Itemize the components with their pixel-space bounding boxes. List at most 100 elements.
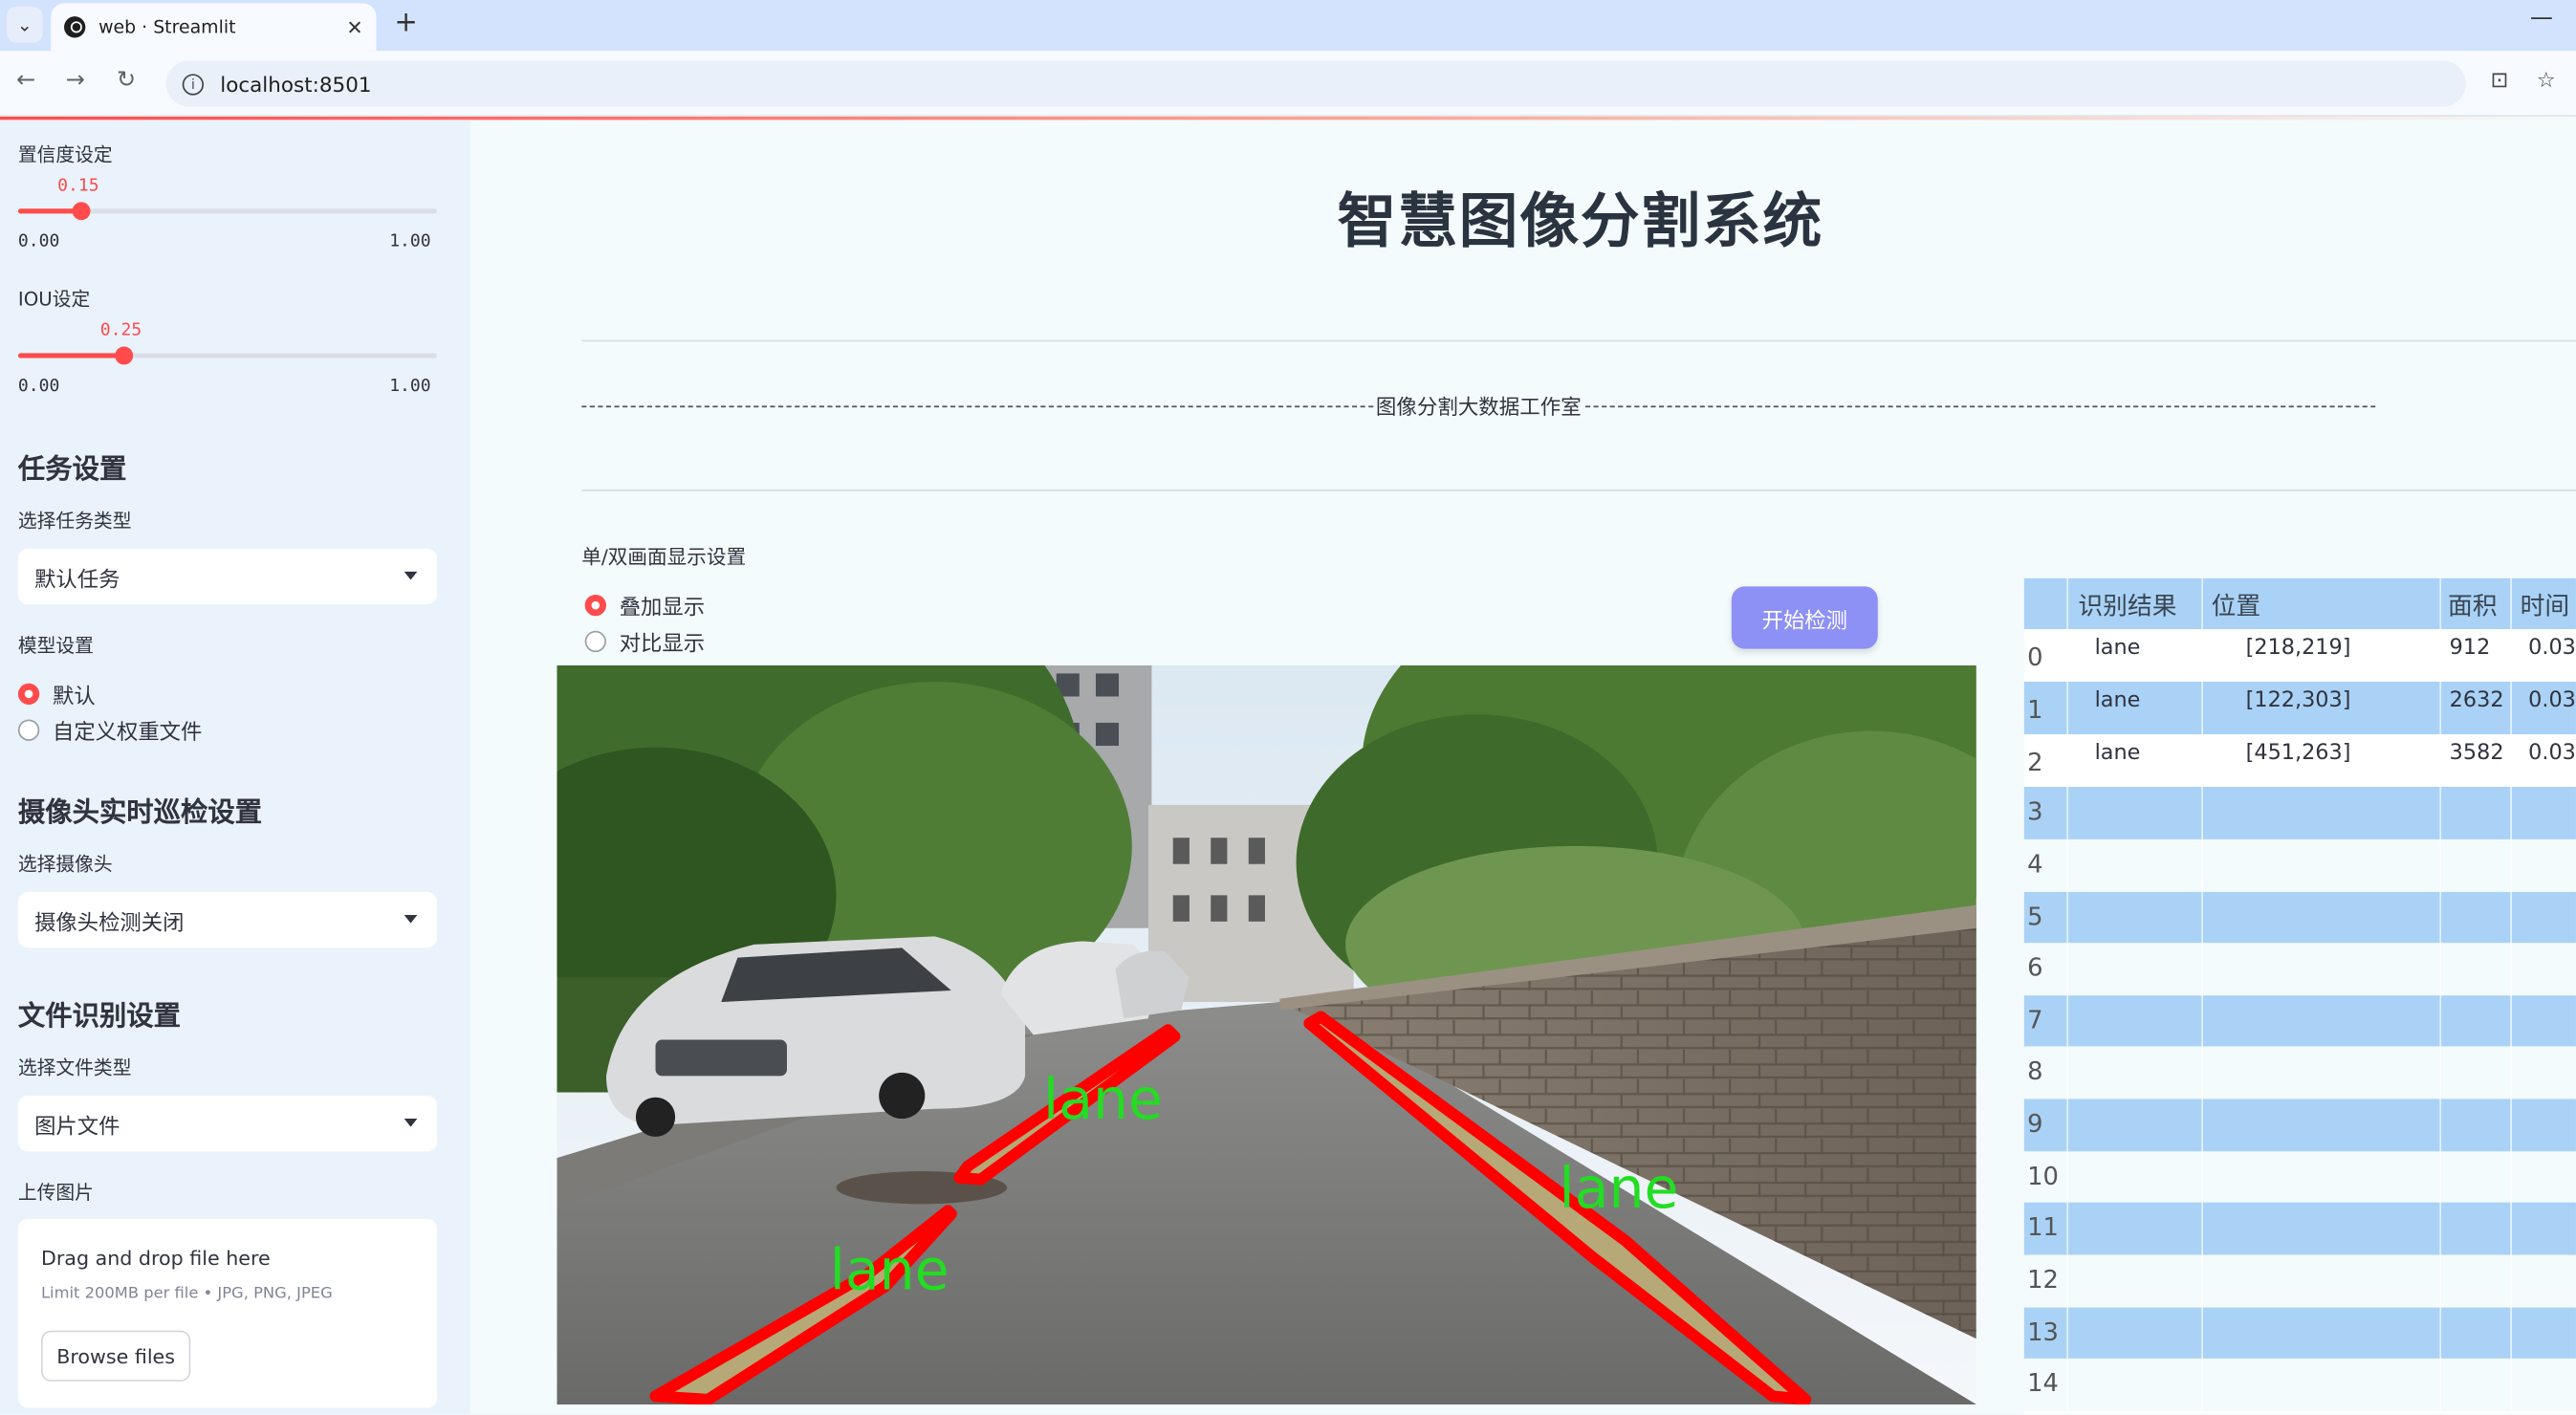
- chevron-down-icon: ⌄: [16, 13, 33, 35]
- table-row[interactable]: 14: [2023, 1358, 2576, 1411]
- iou-slider-thumb[interactable]: [115, 346, 134, 365]
- column-header[interactable]: 位置: [2212, 588, 2261, 622]
- row-index: 0: [2027, 642, 2043, 672]
- table-row[interactable]: 10: [2023, 1151, 2576, 1205]
- url-text: localhost:8501: [220, 71, 372, 97]
- iou-label: IOU设定: [17, 287, 91, 311]
- close-tab-icon[interactable]: ✕: [346, 15, 362, 38]
- table-row[interactable]: 5: [2023, 891, 2576, 945]
- tab-title: web · Streamlit: [98, 16, 236, 38]
- iou-slider[interactable]: [17, 346, 438, 365]
- confidence-slider-fill: [17, 208, 81, 214]
- row-index: 8: [2027, 1056, 2043, 1086]
- page-title: 智慧图像分割系统: [1337, 188, 1824, 257]
- address-bar: ← → ↻ i localhost:8501 ⊡ ☆: [0, 51, 2576, 117]
- row-index: 2: [2027, 747, 2043, 777]
- column-divider: [2510, 577, 2512, 1415]
- model-option-label: 自定义权重文件: [52, 721, 203, 747]
- position-cell: [122,303]: [2245, 687, 2351, 713]
- iou-min: 0.00: [17, 376, 60, 397]
- dropzone-limit: Limit 200MB per file • JPG, PNG, JPEG: [40, 1284, 333, 1303]
- camera-value: 摄像头检测关闭: [34, 910, 185, 936]
- column-header[interactable]: 识别结果: [2078, 588, 2176, 622]
- table-row[interactable]: 8: [2023, 1046, 2576, 1099]
- file-type-select[interactable]: 图片文件: [17, 1095, 438, 1152]
- area-cell: 2632: [2449, 687, 2504, 713]
- table-row[interactable]: 1 lane [122,303] 2632 0.03: [2023, 682, 2576, 734]
- confidence-slider-thumb[interactable]: [72, 202, 91, 221]
- dashed-rule: [581, 405, 1373, 408]
- column-divider: [2066, 577, 2069, 1415]
- time-cell: 0.03: [2528, 635, 2576, 661]
- confidence-min: 0.00: [17, 231, 60, 251]
- table-row[interactable]: 11: [2023, 1202, 2576, 1255]
- row-index: 10: [2027, 1161, 2059, 1191]
- display-option-label: 叠加显示: [619, 596, 706, 621]
- translate-icon[interactable]: ⊡: [2491, 69, 2509, 94]
- dropdown-caret-icon: [404, 914, 418, 924]
- model-option-custom[interactable]: 自定义权重文件: [17, 714, 203, 747]
- table-row[interactable]: 7: [2023, 995, 2576, 1049]
- table-row[interactable]: 6: [2023, 943, 2576, 996]
- time-cell: 0.03: [2528, 740, 2576, 766]
- row-index: 9: [2027, 1108, 2043, 1139]
- forward-arrow-icon[interactable]: →: [66, 67, 85, 93]
- table-row[interactable]: 0 lane [218,219] 912 0.03: [2023, 629, 2576, 683]
- url-field[interactable]: i localhost:8501: [165, 60, 2466, 107]
- site-info-icon[interactable]: i: [182, 73, 205, 95]
- table-row[interactable]: 4: [2023, 838, 2576, 892]
- iou-value: 0.25: [99, 320, 142, 340]
- radio-unselected-icon[interactable]: [17, 719, 40, 741]
- table-row[interactable]: 9: [2023, 1099, 2576, 1152]
- file-heading: 文件识别设置: [17, 1000, 181, 1032]
- model-option-default[interactable]: 默认: [17, 679, 96, 709]
- file-dropzone[interactable]: Drag and drop file here Limit 200MB per …: [17, 1218, 438, 1408]
- radio-selected-icon[interactable]: [584, 594, 606, 617]
- table-row[interactable]: 2 lane [451,263] 3582 0.03: [2023, 733, 2576, 787]
- subtitle: 图像分割大数据工作室: [1375, 394, 1582, 420]
- display-option-compare[interactable]: 对比显示: [584, 626, 706, 658]
- radio-unselected-icon[interactable]: [584, 630, 606, 653]
- display-option-label: 对比显示: [619, 632, 706, 658]
- new-tab-icon[interactable]: +: [394, 7, 417, 39]
- sidebar: 置信度设定 0.15 0.00 1.00 IOU设定 0.25 0.00 1.0…: [0, 120, 470, 1415]
- result-cell: lane: [2094, 687, 2141, 713]
- tab-search-button[interactable]: ⌄: [6, 6, 43, 43]
- browse-files-button[interactable]: Browse files: [40, 1330, 191, 1382]
- row-index: 1: [2027, 694, 2043, 725]
- display-option-overlay[interactable]: 叠加显示: [584, 590, 706, 621]
- row-index: 7: [2027, 1005, 2043, 1035]
- area-cell: 3582: [2449, 740, 2504, 766]
- dropdown-caret-icon: [404, 571, 418, 580]
- radio-selected-icon[interactable]: [17, 683, 40, 706]
- position-cell: [218,219]: [2245, 635, 2351, 661]
- column-header[interactable]: 面积: [2448, 588, 2498, 622]
- browser-tab[interactable]: web · Streamlit ✕: [51, 3, 377, 52]
- start-detection-button[interactable]: 开始检测: [1731, 586, 1878, 649]
- divider: [581, 489, 2576, 491]
- table-row[interactable]: 13: [2023, 1307, 2576, 1361]
- iou-max: 1.00: [389, 376, 431, 397]
- column-header[interactable]: 时间: [2521, 588, 2570, 622]
- confidence-slider[interactable]: [17, 202, 438, 221]
- iou-slider-fill: [17, 353, 123, 359]
- confidence-max: 1.00: [389, 231, 431, 251]
- bookmark-star-icon[interactable]: ☆: [2537, 69, 2556, 94]
- results-table: 识别结果 位置 面积 时间 0 lane [218,219] 912 0.03 …: [2023, 577, 2576, 1415]
- column-divider: [2201, 577, 2203, 1415]
- confidence-value: 0.15: [57, 175, 99, 196]
- street-scene-image: lane lane lane: [557, 664, 1976, 1404]
- task-type-select[interactable]: 默认任务: [17, 548, 438, 605]
- row-index: 6: [2027, 952, 2043, 983]
- table-row[interactable]: 3: [2023, 786, 2576, 839]
- minimize-window-icon[interactable]: —: [2530, 5, 2553, 31]
- row-index: 14: [2027, 1368, 2059, 1399]
- reload-icon[interactable]: ↻: [117, 67, 136, 93]
- back-arrow-icon[interactable]: ←: [16, 67, 35, 93]
- segmentation-result-image: lane lane lane: [557, 664, 1976, 1404]
- row-index: 4: [2027, 849, 2043, 880]
- divider: [581, 339, 2576, 342]
- task-heading: 任务设置: [17, 453, 127, 485]
- camera-select[interactable]: 摄像头检测关闭: [17, 891, 438, 948]
- table-row[interactable]: 12: [2023, 1254, 2576, 1308]
